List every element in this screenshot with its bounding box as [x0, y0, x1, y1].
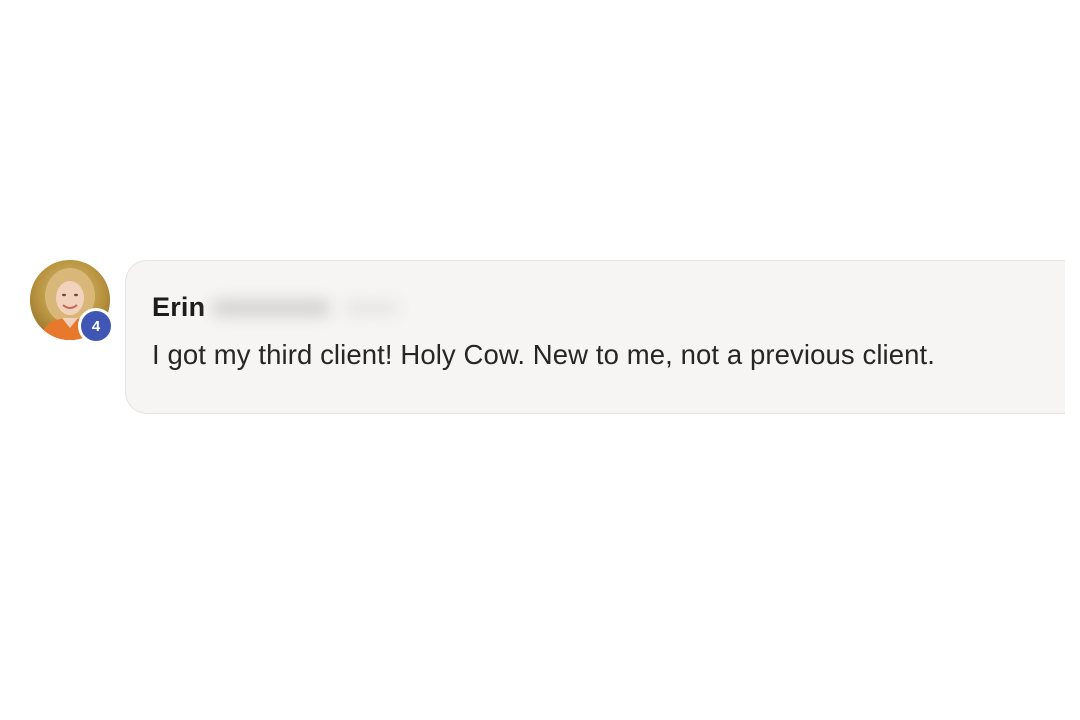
redaction-blur [344, 300, 400, 316]
notification-badge[interactable]: 4 [78, 308, 114, 344]
comment-text: I got my third client! Holy Cow. New to … [152, 339, 936, 370]
author-row: Erin [152, 287, 409, 327]
redacted-last-name [209, 290, 409, 324]
redaction-blur [211, 298, 332, 318]
avatar-container[interactable]: 4 [30, 260, 120, 350]
page: 4 Erin I got my third client! Holy Cow. … [0, 0, 1080, 720]
comment: 4 Erin I got my third client! Holy Cow. … [30, 260, 1080, 420]
comment-bubble: Erin I got my third client! Holy Cow. Ne… [125, 260, 1065, 414]
author-name[interactable]: Erin [152, 292, 205, 323]
